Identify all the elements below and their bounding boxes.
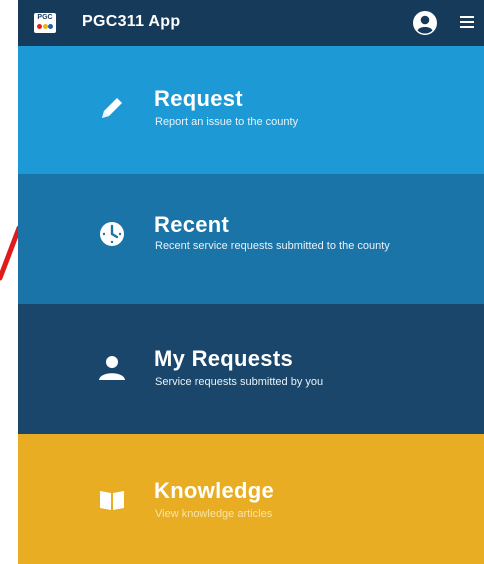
tile-title: Request (154, 86, 243, 111)
tile-title: Knowledge (154, 478, 275, 503)
app-screen: PGC PGC311 App Request Report an issue t… (18, 0, 484, 564)
app-title: PGC311 App (82, 13, 181, 30)
tile-request[interactable]: Request Report an issue to the county (18, 46, 484, 174)
tile-title: Recent (154, 212, 230, 237)
person-icon (99, 356, 125, 380)
user-avatar-icon[interactable] (413, 11, 437, 35)
tile-subtitle: View knowledge articles (155, 508, 273, 520)
app-header: PGC PGC311 App (18, 0, 484, 46)
tile-recent[interactable]: Recent Recent service requests submitted… (18, 174, 484, 304)
book-icon (100, 491, 124, 510)
pencil-icon (102, 98, 122, 118)
tile-subtitle: Recent service requests submitted to the… (155, 240, 390, 252)
tile-my-requests[interactable]: My Requests Service requests submitted b… (18, 304, 484, 434)
pgc-logo-icon: PGC (34, 13, 56, 33)
tile-knowledge[interactable]: Knowledge View knowledge articles (18, 434, 484, 564)
tile-subtitle: Service requests submitted by you (155, 376, 324, 388)
hamburger-menu-icon[interactable] (460, 16, 474, 30)
tile-title: My Requests (154, 346, 294, 371)
tile-subtitle: Report an issue to the county (155, 116, 299, 128)
clock-icon (100, 222, 124, 246)
